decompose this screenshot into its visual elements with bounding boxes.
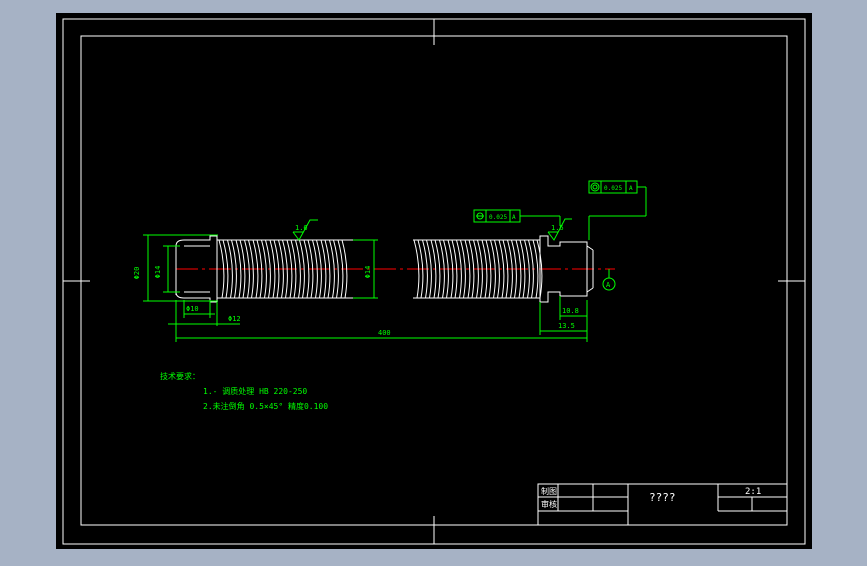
drawing-canvas[interactable]: Φ20 Φ14 Φ14 Φ10 Φ12 400 10.8 13.5 1.6 1.… <box>0 0 867 562</box>
checked-label: 审核 <box>541 499 557 509</box>
dim-head-len: Φ12 <box>228 315 241 323</box>
note-1: 1.- 调质处理 HB 220-250 <box>203 386 307 396</box>
dim-thread-dia: Φ14 <box>364 266 372 279</box>
drawing-sheet <box>56 13 812 549</box>
part-name: ???? <box>649 491 676 504</box>
drawn-label: 制图 <box>541 486 557 496</box>
dim-head-dia: Φ20 <box>133 267 141 280</box>
cad-viewport[interactable]: Φ20 Φ14 Φ14 Φ10 Φ12 400 10.8 13.5 1.6 1.… <box>0 0 867 562</box>
dim-overall-len: 400 <box>378 329 391 337</box>
scale-value: 2:1 <box>745 487 761 497</box>
coaxiality-value: 0.025 <box>489 214 507 221</box>
runout-datum: A <box>629 185 633 192</box>
dim-end-len-1: 10.8 <box>562 307 579 315</box>
note-2: 2.未注倒角 0.5×45° 精度0.100 <box>203 401 328 411</box>
roughness-right: 1.6 <box>551 224 564 232</box>
dim-shank-dia: Φ14 <box>154 266 162 279</box>
runout-value: 0.025 <box>604 185 622 192</box>
coaxiality-datum: A <box>512 214 516 221</box>
notes-heading: 技术要求： <box>160 371 200 381</box>
dim-end-len-2: 13.5 <box>558 322 575 330</box>
roughness-left: 1.6 <box>295 224 308 232</box>
dim-pilot-dia: Φ10 <box>186 305 199 313</box>
